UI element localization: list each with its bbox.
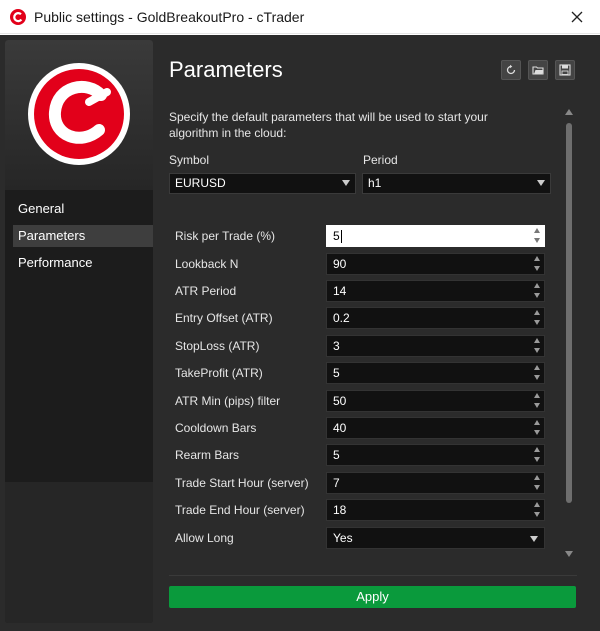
param-label: Trade End Hour (server) xyxy=(175,503,305,517)
spinner-icon[interactable] xyxy=(534,393,541,409)
chevron-down-icon xyxy=(530,536,538,542)
param-row-entry-offset: Entry Offset (ATR) 0.2 xyxy=(169,307,561,329)
risk-per-trade-input[interactable]: 5 xyxy=(326,225,545,247)
parameters-description: Specify the default parameters that will… xyxy=(169,110,488,140)
save-button[interactable] xyxy=(555,60,575,80)
main-panel: Parameters Specify the default parameter… xyxy=(153,35,600,631)
param-value: 40 xyxy=(333,421,347,435)
atr-period-input[interactable]: 14 xyxy=(326,280,545,302)
param-row-rearm-bars: Rearm Bars 5 xyxy=(169,444,561,466)
page-title: Parameters xyxy=(169,57,283,82)
spinner-icon[interactable] xyxy=(534,228,541,244)
spinner-icon[interactable] xyxy=(534,310,541,326)
spinner-icon[interactable] xyxy=(534,502,541,518)
param-row-allow-long: Allow Long Yes xyxy=(169,527,561,549)
open-button[interactable] xyxy=(528,60,548,80)
ctrader-logo xyxy=(28,63,130,165)
spinner-icon[interactable] xyxy=(534,475,541,491)
settings-window: General Parameters Performance Parameter… xyxy=(0,35,600,631)
param-row-takeprofit: TakeProfit (ATR) 5 xyxy=(169,362,561,384)
title-bar: Public settings - GoldBreakoutPro - cTra… xyxy=(0,0,600,34)
param-value: 18 xyxy=(333,503,347,517)
symbol-label: Symbol xyxy=(169,153,210,167)
trade-start-hour-input[interactable]: 7 xyxy=(326,472,545,494)
window-title: Public settings - GoldBreakoutPro - cTra… xyxy=(34,9,305,25)
parameters-scroll-area: Specify the default parameters that will… xyxy=(169,103,561,569)
cooldown-bars-input[interactable]: 40 xyxy=(326,417,545,439)
param-label: Entry Offset (ATR) xyxy=(175,311,273,325)
param-row-stoploss: StopLoss (ATR) 3 xyxy=(169,335,561,357)
param-row-trade-start-hour: Trade Start Hour (server) 7 xyxy=(169,472,561,494)
spinner-icon[interactable] xyxy=(534,283,541,299)
close-icon xyxy=(571,11,583,23)
open-folder-icon xyxy=(532,66,544,75)
param-row-trade-end-hour: Trade End Hour (server) 18 xyxy=(169,499,561,521)
param-row-risk-per-trade: Risk per Trade (%) 5 xyxy=(169,225,561,247)
period-value: h1 xyxy=(368,176,382,190)
param-value: 3 xyxy=(333,339,340,353)
scroll-down-icon[interactable] xyxy=(565,551,573,557)
chevron-down-icon xyxy=(342,180,350,186)
text-caret xyxy=(340,230,342,244)
period-label: Period xyxy=(363,153,398,167)
spinner-icon[interactable] xyxy=(534,420,541,436)
param-label: Rearm Bars xyxy=(175,448,240,462)
symbol-select[interactable]: EURUSD xyxy=(169,173,356,194)
stoploss-input[interactable]: 3 xyxy=(326,335,545,357)
sidebar-item-performance[interactable]: Performance xyxy=(13,252,153,274)
chevron-down-icon xyxy=(537,180,545,186)
save-icon xyxy=(559,64,571,76)
scroll-up-icon[interactable] xyxy=(565,109,573,115)
takeprofit-input[interactable]: 5 xyxy=(326,362,545,384)
param-label: Cooldown Bars xyxy=(175,421,257,435)
symbol-value: EURUSD xyxy=(175,176,226,190)
reset-button[interactable] xyxy=(501,60,521,80)
parameters-scrollbar[interactable] xyxy=(563,107,575,565)
logo-area xyxy=(5,40,153,190)
allow-long-select[interactable]: Yes xyxy=(326,527,545,549)
sidebar-item-general[interactable]: General xyxy=(13,198,153,220)
param-value: 7 xyxy=(333,476,340,490)
reset-icon xyxy=(506,64,516,75)
param-value: 50 xyxy=(333,394,347,408)
param-value: 5 xyxy=(333,366,340,380)
spinner-icon[interactable] xyxy=(534,365,541,381)
param-label: Risk per Trade (%) xyxy=(175,229,276,243)
spinner-icon[interactable] xyxy=(534,447,541,463)
param-value: Yes xyxy=(333,531,353,545)
sidebar: General Parameters Performance xyxy=(5,40,153,623)
param-value: 90 xyxy=(333,257,347,271)
param-label: Trade Start Hour (server) xyxy=(175,476,309,490)
atr-min-input[interactable]: 50 xyxy=(326,390,545,412)
param-label: StopLoss (ATR) xyxy=(175,339,260,353)
sidebar-lower-panel xyxy=(5,482,153,623)
param-label: TakeProfit (ATR) xyxy=(175,366,263,380)
close-button[interactable] xyxy=(554,0,600,34)
param-label: ATR Period xyxy=(175,284,237,298)
param-value: 5 xyxy=(333,229,340,243)
apply-button[interactable]: Apply xyxy=(169,586,576,608)
param-row-atr-min: ATR Min (pips) filter 50 xyxy=(169,390,561,412)
lookback-n-input[interactable]: 90 xyxy=(326,253,545,275)
period-select[interactable]: h1 xyxy=(362,173,551,194)
param-row-cooldown-bars: Cooldown Bars 40 xyxy=(169,417,561,439)
ctrader-app-icon xyxy=(10,9,26,25)
spinner-icon[interactable] xyxy=(534,338,541,354)
param-label: ATR Min (pips) filter xyxy=(175,394,281,408)
entry-offset-input[interactable]: 0.2 xyxy=(326,307,545,329)
scrollbar-thumb[interactable] xyxy=(566,123,572,503)
param-row-lookback-n: Lookback N 90 xyxy=(169,253,561,275)
sidebar-item-parameters[interactable]: Parameters xyxy=(13,225,153,247)
spinner-icon[interactable] xyxy=(534,256,541,272)
param-value: 14 xyxy=(333,284,347,298)
divider xyxy=(169,575,577,576)
param-value: 0.2 xyxy=(333,311,350,325)
param-label: Lookback N xyxy=(175,257,239,271)
param-row-atr-period: ATR Period 14 xyxy=(169,280,561,302)
rearm-bars-input[interactable]: 5 xyxy=(326,444,545,466)
param-value: 5 xyxy=(333,448,340,462)
trade-end-hour-input[interactable]: 18 xyxy=(326,499,545,521)
param-label: Allow Long xyxy=(175,531,234,545)
